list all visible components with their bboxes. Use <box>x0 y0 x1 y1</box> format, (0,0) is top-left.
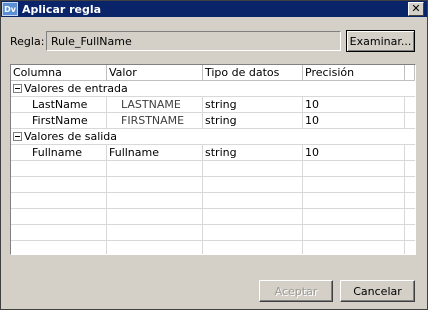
group-row-output[interactable]: Valores de salida <box>11 129 415 145</box>
empty-row <box>11 193 415 209</box>
group-row-input[interactable]: Valores de entrada <box>11 81 415 97</box>
column-header-filler <box>405 65 415 81</box>
column-header-column[interactable]: Columna <box>11 65 107 81</box>
cancel-button[interactable]: Cancelar <box>340 280 415 302</box>
group-label: Valores de entrada <box>24 82 128 95</box>
cell-type: string <box>203 145 303 161</box>
app-icon: Dv <box>2 2 18 16</box>
accept-button[interactable]: Aceptar <box>259 280 333 302</box>
title-bar: Dv Aplicar regla ✕ <box>1 1 427 17</box>
column-header-precision[interactable]: Precisión <box>303 65 405 81</box>
empty-row <box>11 225 415 241</box>
rule-parameters-table: Columna Valor Tipo de datos Precisión Va… <box>10 64 416 255</box>
empty-row <box>11 177 415 193</box>
group-label: Valores de salida <box>24 130 118 143</box>
cell-precision: 10 <box>303 145 405 161</box>
table-row[interactable]: FirstName FIRSTNAME string 10 <box>11 113 415 129</box>
group-output-values: Valores de salida <box>11 129 117 145</box>
collapse-icon[interactable] <box>13 132 22 141</box>
rule-field: Rule_FullName <box>46 31 341 51</box>
table-row[interactable]: LastName LASTNAME string 10 <box>11 97 415 113</box>
cell-value: FIRSTNAME <box>107 113 203 129</box>
apply-rule-dialog: Dv Aplicar regla ✕ Regla: Rule_FullName … <box>0 0 428 310</box>
empty-row <box>11 209 415 225</box>
window-title: Aplicar regla <box>22 2 102 16</box>
close-icon: ✕ <box>411 2 421 15</box>
cell-precision: 10 <box>303 97 405 113</box>
empty-row <box>11 241 415 254</box>
cell-type: string <box>203 113 303 129</box>
column-header-type[interactable]: Tipo de datos <box>203 65 303 81</box>
cell-value: LASTNAME <box>107 97 203 113</box>
group-input-values: Valores de entrada <box>11 81 128 97</box>
cell-column: Fullname <box>11 145 107 161</box>
empty-row <box>11 161 415 177</box>
column-header-value[interactable]: Valor <box>107 65 203 81</box>
cell-column: LastName <box>11 97 107 113</box>
browse-button[interactable]: Examinar... <box>346 30 415 52</box>
cell-precision: 10 <box>303 113 405 129</box>
cell-column: FirstName <box>11 113 107 129</box>
cell-type: string <box>203 97 303 113</box>
collapse-icon[interactable] <box>13 84 22 93</box>
table-row[interactable]: Fullname Fullname string 10 <box>11 145 415 161</box>
cell-value[interactable]: Fullname <box>107 145 203 161</box>
rule-label: Regla: <box>10 35 45 48</box>
close-button[interactable]: ✕ <box>408 2 424 16</box>
